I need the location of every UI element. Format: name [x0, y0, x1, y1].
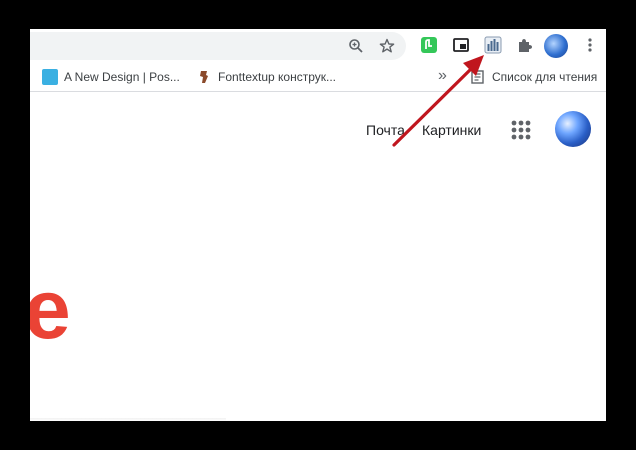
- extension-green-icon[interactable]: [420, 36, 438, 54]
- bookmark-label: A New Design | Pos...: [64, 70, 180, 84]
- gmail-link[interactable]: Почта: [366, 122, 405, 138]
- bookmark-label: Fonttextup конструк...: [218, 70, 337, 84]
- extension-stats-icon[interactable]: [484, 36, 502, 54]
- browser-window: A New Design | Pos... Fonttextup констру…: [30, 29, 606, 421]
- address-bar[interactable]: [30, 32, 406, 60]
- new-design-favicon-icon: [42, 69, 58, 85]
- browser-toolbar: [30, 29, 606, 63]
- zoom-icon[interactable]: [348, 38, 364, 54]
- profile-avatar[interactable]: [544, 34, 568, 58]
- fonttextup-favicon-icon: [200, 71, 208, 83]
- more-menu-icon[interactable]: [581, 36, 599, 54]
- bookmarks-overflow-icon[interactable]: »: [438, 67, 447, 85]
- account-avatar[interactable]: [555, 111, 591, 147]
- google-logo-fragment: e: [30, 262, 71, 356]
- reading-list-label: Список для чтения: [492, 70, 598, 84]
- bookmarks-bar: A New Design | Pos... Fonttextup констру…: [30, 63, 606, 92]
- reading-list-icon: [471, 70, 484, 84]
- bookmark-item-fonttextup[interactable]: Fonttextup конструк...: [196, 68, 336, 86]
- picture-in-picture-icon[interactable]: [452, 36, 470, 54]
- extensions-puzzle-icon[interactable]: [516, 36, 534, 54]
- search-box-shadow: [30, 418, 226, 421]
- google-apps-grid-icon[interactable]: [510, 119, 532, 141]
- bookmark-item-new-design[interactable]: A New Design | Pos...: [42, 68, 180, 86]
- bookmark-star-icon[interactable]: [379, 38, 395, 54]
- reading-list-button[interactable]: Список для чтения: [470, 68, 597, 86]
- images-link[interactable]: Картинки: [422, 122, 481, 138]
- page-content: Почта Картинки e: [30, 92, 606, 421]
